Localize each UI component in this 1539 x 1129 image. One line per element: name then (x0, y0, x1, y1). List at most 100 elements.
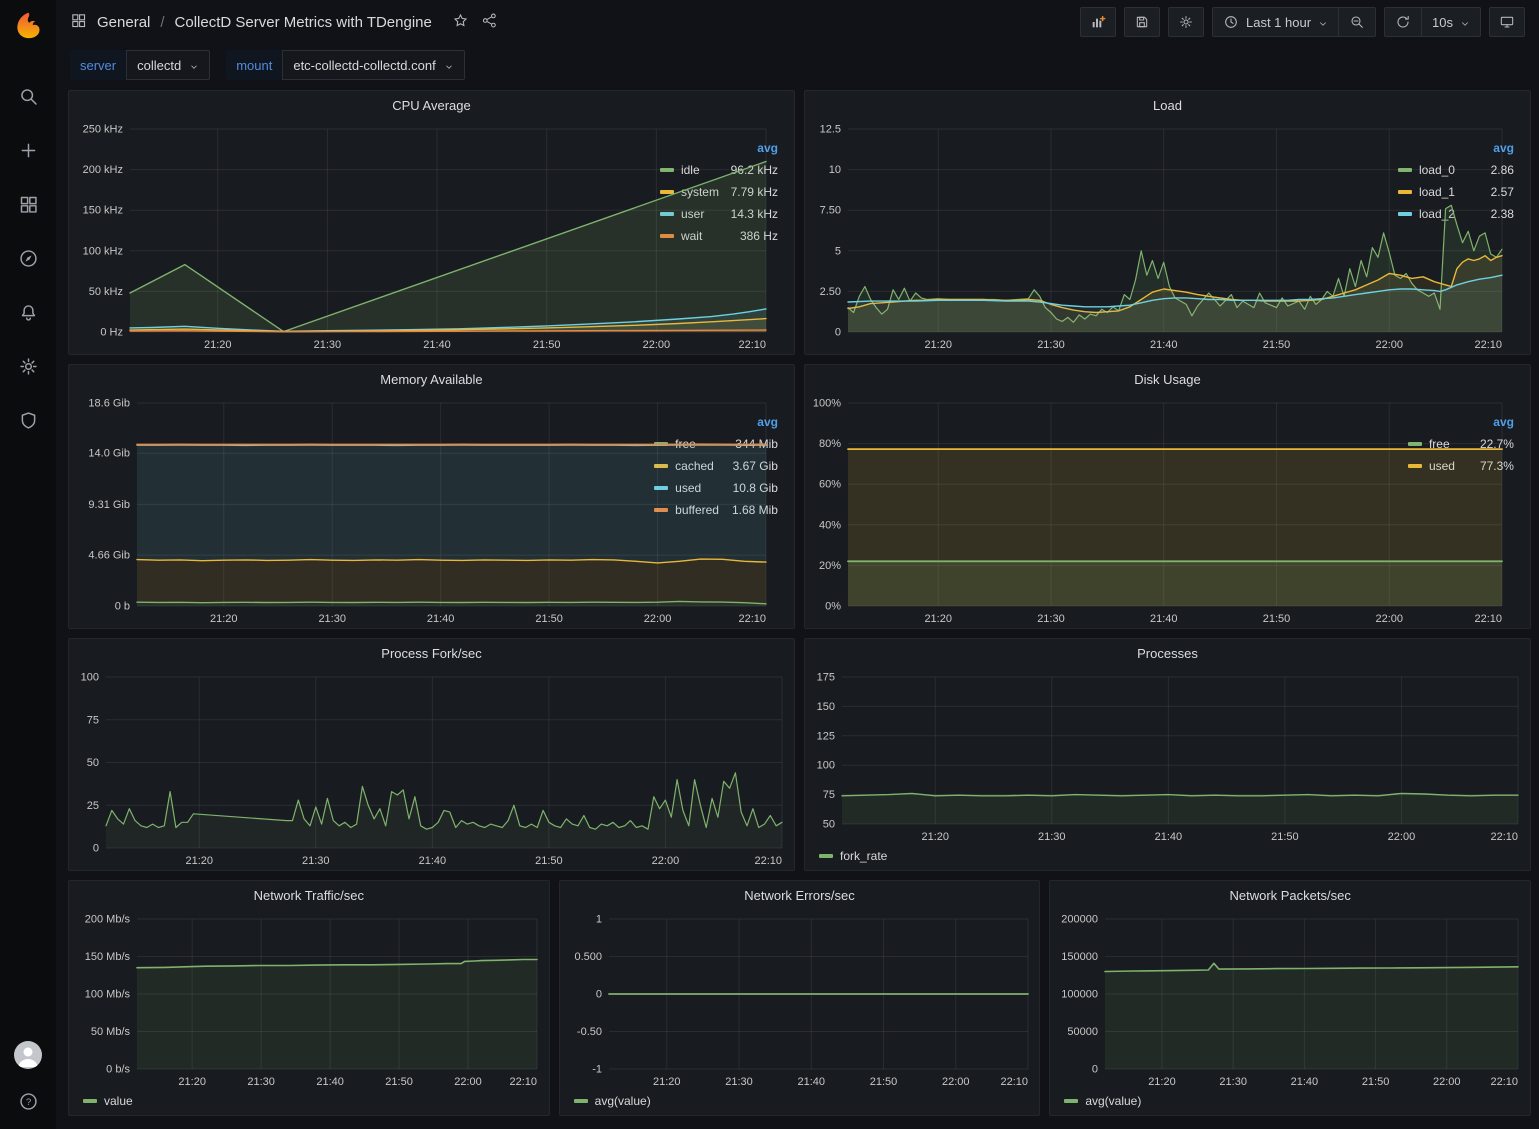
help-icon[interactable]: ? (10, 1083, 46, 1119)
panel-process-fork: Process Fork/sec 025507510021:2021:3021:… (68, 638, 795, 871)
legend-item[interactable]: fork_rate (819, 849, 887, 863)
panel-title[interactable]: Memory Available (69, 365, 794, 393)
svg-text:80%: 80% (819, 438, 841, 450)
panel-processes: Processes 507510012515017521:2021:3021:4… (804, 638, 1531, 871)
svg-text:21:40: 21:40 (316, 1076, 344, 1088)
svg-text:14.0 Gib: 14.0 Gib (88, 448, 130, 460)
svg-text:21:40: 21:40 (427, 613, 455, 625)
dashboard-variables: server collectd mount etc-collectd-colle… (56, 44, 1539, 86)
breadcrumb-separator: / (160, 14, 164, 31)
svg-text:22:00: 22:00 (644, 613, 672, 625)
svg-text:21:40: 21:40 (419, 855, 447, 867)
svg-text:0: 0 (93, 843, 99, 855)
svg-text:10: 10 (829, 164, 841, 176)
alerting-bell-icon[interactable] (10, 294, 46, 330)
legend-series-name: value (104, 1094, 133, 1108)
svg-text:21:50: 21:50 (533, 339, 561, 351)
panel-network-traffic: Network Traffic/sec 0 b/s50 Mb/s100 Mb/s… (68, 880, 550, 1116)
panel-cpu-average: CPU Average 0 Hz50 kHz100 kHz150 kHz200 … (68, 90, 795, 355)
legend-item[interactable]: avg(value) (1064, 1094, 1141, 1108)
share-icon[interactable] (481, 12, 498, 33)
process-fork-plot[interactable]: 025507510021:2021:3021:4021:5022:0022:10 (69, 667, 794, 870)
time-range-picker[interactable]: Last 1 hour (1213, 8, 1338, 36)
top-navbar: General / CollectD Server Metrics with T… (56, 0, 1539, 44)
user-avatar[interactable] (14, 1041, 42, 1069)
svg-text:21:50: 21:50 (1263, 339, 1291, 351)
panel-network-packets: Network Packets/sec 05000010000015000020… (1049, 880, 1531, 1116)
disk-usage-plot[interactable]: 0%20%40%60%80%100%21:2021:3021:4021:5022… (805, 393, 1404, 628)
search-icon[interactable] (10, 78, 46, 114)
refresh-interval-label: 10s (1432, 15, 1453, 30)
disk-chart-svg: 0%20%40%60%80%100%21:2021:3021:4021:5022… (805, 393, 1514, 628)
configuration-gear-icon[interactable] (10, 348, 46, 384)
panel-title[interactable]: Load (805, 91, 1530, 119)
net-packets-chart-svg: 05000010000015000020000021:2021:3021:402… (1050, 909, 1530, 1091)
star-icon[interactable] (452, 12, 469, 33)
svg-text:200000: 200000 (1062, 914, 1099, 926)
svg-text:2.50: 2.50 (820, 286, 841, 298)
svg-text:21:50: 21:50 (1263, 613, 1291, 625)
svg-text:21:20: 21:20 (924, 339, 952, 351)
svg-text:50000: 50000 (1068, 1026, 1099, 1038)
network-traffic-plot[interactable]: 0 b/s50 Mb/s100 Mb/s150 Mb/s200 Mb/s21:2… (69, 909, 549, 1091)
add-panel-button[interactable] (1080, 7, 1116, 37)
panel-title[interactable]: Disk Usage (805, 365, 1530, 393)
svg-text:150 Mb/s: 150 Mb/s (85, 951, 131, 963)
dashboard-grid: CPU Average 0 Hz50 kHz100 kHz150 kHz200 … (56, 86, 1539, 1129)
legend-item[interactable]: avg(value) (574, 1094, 651, 1108)
svg-text:20%: 20% (819, 560, 841, 572)
svg-text:0 Hz: 0 Hz (100, 327, 123, 339)
svg-text:21:30: 21:30 (1038, 831, 1066, 843)
net-traffic-chart-svg: 0 b/s50 Mb/s100 Mb/s150 Mb/s200 Mb/s21:2… (69, 909, 549, 1091)
panel-title[interactable]: Network Packets/sec (1050, 881, 1530, 909)
dashboards-icon[interactable] (10, 186, 46, 222)
refresh-button[interactable] (1385, 8, 1421, 36)
load-plot[interactable]: 02.5057.501012.521:2021:3021:4021:5022:0… (805, 119, 1394, 354)
panel-title[interactable]: Network Traffic/sec (69, 881, 549, 909)
variable-mount-value[interactable]: etc-collectd-collectd.conf (282, 50, 464, 80)
svg-text:22:00: 22:00 (643, 339, 671, 351)
panel-title[interactable]: Network Errors/sec (560, 881, 1040, 909)
network-packets-plot[interactable]: 05000010000015000020000021:2021:3021:402… (1050, 909, 1530, 1091)
memory-available-plot[interactable]: 0 b4.66 Gib9.31 Gib14.0 Gib18.6 Gib21:20… (69, 393, 650, 628)
svg-text:150000: 150000 (1062, 951, 1099, 963)
svg-text:21:40: 21:40 (1150, 613, 1178, 625)
panel-load: Load 02.5057.501012.521:2021:3021:4021:5… (804, 90, 1531, 355)
panel-memory-available: Memory Available 0 b4.66 Gib9.31 Gib14.0… (68, 364, 795, 629)
svg-text:50 Mb/s: 50 Mb/s (91, 1026, 131, 1038)
panel-title[interactable]: Process Fork/sec (69, 639, 794, 667)
server-admin-shield-icon[interactable] (10, 402, 46, 438)
svg-text:150 kHz: 150 kHz (83, 205, 123, 217)
panel-network-errors: Network Errors/sec -1-0.5000.500121:2021… (559, 880, 1041, 1116)
svg-text:125: 125 (817, 730, 835, 742)
legend-series-name: avg(value) (1085, 1094, 1141, 1108)
save-dashboard-button[interactable] (1124, 7, 1160, 37)
svg-text:22:10: 22:10 (1490, 831, 1518, 843)
svg-text:150: 150 (817, 701, 835, 713)
net-errors-chart-svg: -1-0.5000.500121:2021:3021:4021:5022:002… (560, 909, 1040, 1091)
network-errors-plot[interactable]: -1-0.5000.500121:2021:3021:4021:5022:002… (560, 909, 1040, 1091)
dashboard-title[interactable]: CollectD Server Metrics with TDengine (175, 14, 432, 31)
create-plus-icon[interactable] (10, 132, 46, 168)
dashboard-settings-button[interactable] (1168, 7, 1204, 37)
svg-text:200 Mb/s: 200 Mb/s (85, 914, 131, 926)
kiosk-mode-button[interactable] (1489, 7, 1525, 37)
panel-title[interactable]: Processes (805, 639, 1530, 667)
panel-title[interactable]: CPU Average (69, 91, 794, 119)
grafana-logo[interactable] (11, 10, 45, 44)
refresh-interval-picker[interactable]: 10s (1421, 8, 1480, 36)
network-packets-legend: avg(value) (1050, 1091, 1530, 1115)
explore-compass-icon[interactable] (10, 240, 46, 276)
svg-text:22:10: 22:10 (1000, 1076, 1028, 1088)
variable-server-value[interactable]: collectd (126, 50, 210, 80)
breadcrumb-folder[interactable]: General (97, 14, 150, 31)
zoom-out-button[interactable] (1338, 8, 1375, 36)
cpu-average-plot[interactable]: 0 Hz50 kHz100 kHz150 kHz200 kHz250 kHz21… (69, 119, 656, 354)
svg-text:12.5: 12.5 (820, 124, 841, 136)
legend-series-name: fork_rate (840, 849, 887, 863)
svg-text:0: 0 (1092, 1064, 1098, 1076)
legend-item[interactable]: value (83, 1094, 133, 1108)
svg-text:21:40: 21:40 (423, 339, 451, 351)
svg-text:21:30: 21:30 (1037, 613, 1065, 625)
processes-plot[interactable]: 507510012515017521:2021:3021:4021:5022:0… (805, 667, 1530, 846)
